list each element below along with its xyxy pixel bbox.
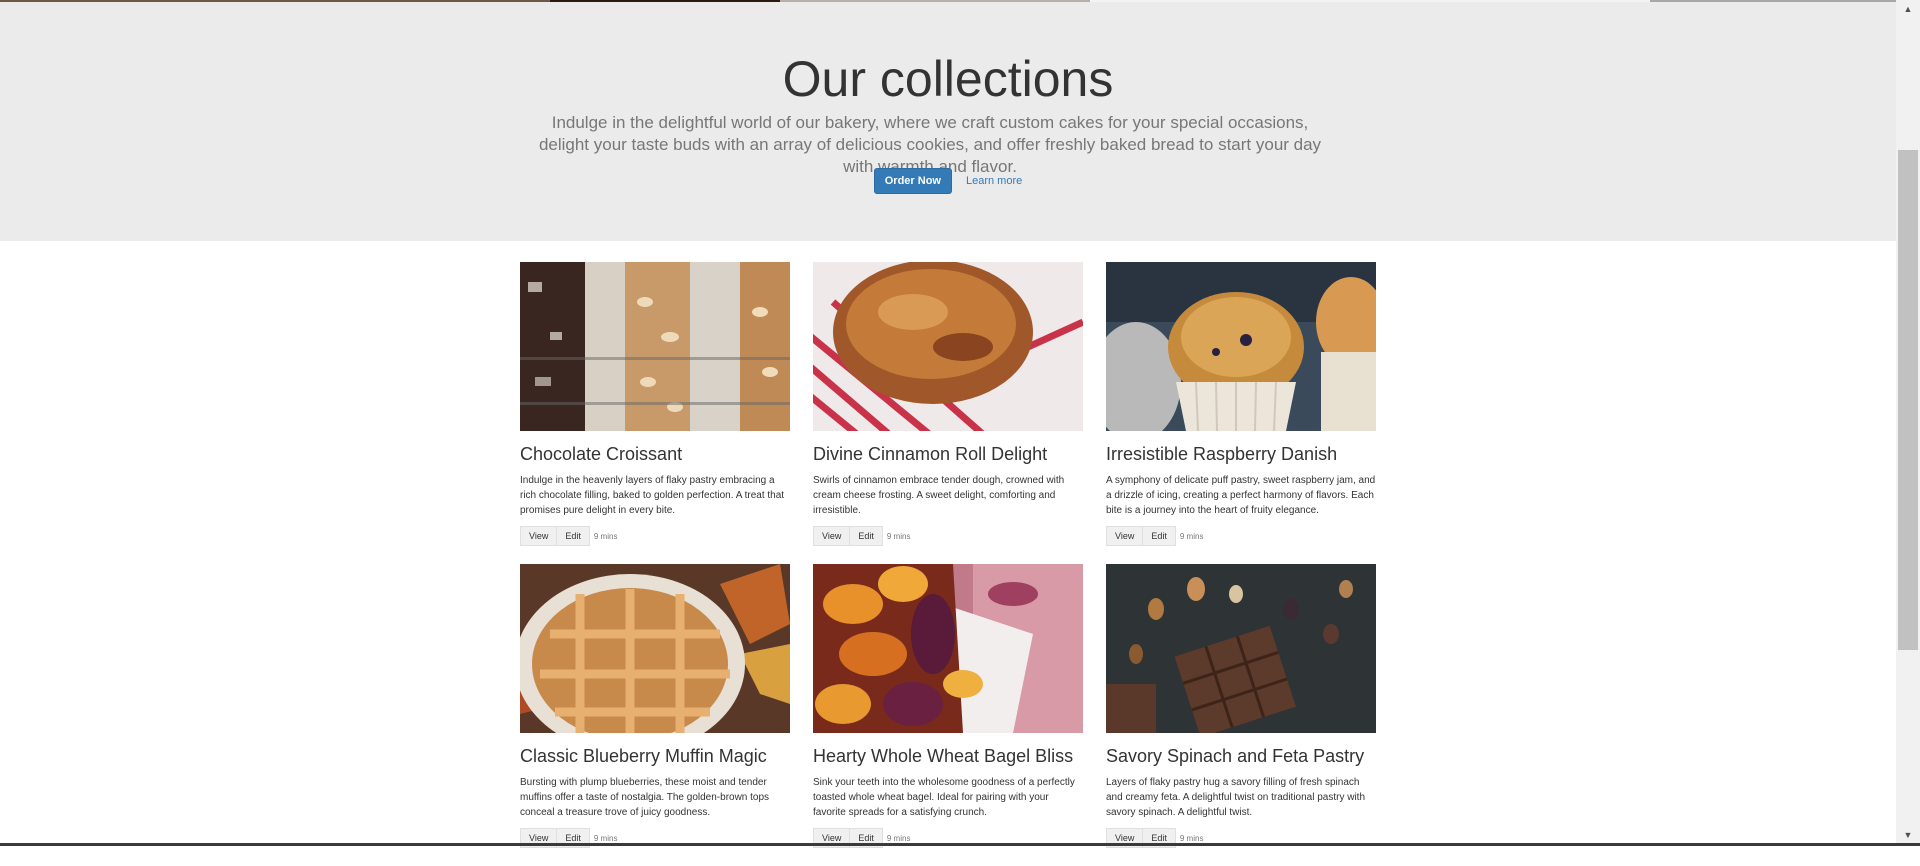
order-now-button[interactable]: Order Now (873, 168, 952, 194)
card-text: Bursting with plump blueberries, these m… (520, 777, 770, 818)
card-title: Classic Blueberry Muffin Magic (520, 746, 767, 766)
edit-button[interactable]: Edit (1143, 526, 1176, 546)
card-image-cinnamon-roll[interactable] (813, 262, 1083, 431)
collection-card: Classic Blueberry Muffin Magic Bursting … (520, 564, 790, 866)
collection-card: Hearty Whole Wheat Bagel Bliss Sink your… (813, 564, 1083, 866)
card-text: Swirls of cinnamon embrace tender dough,… (813, 475, 1065, 516)
scroll-down-icon[interactable]: ▼ (1896, 830, 1920, 840)
edit-button[interactable]: Edit (850, 526, 883, 546)
time-label: 9 mins (593, 531, 618, 541)
card-controls: View Edit 9 mins (520, 526, 790, 546)
card-image-wheat-bagel[interactable] (813, 564, 1083, 733)
time-label: 9 mins (593, 833, 618, 843)
hero-actions: Order Now Learn more (0, 168, 1896, 194)
card-title: Savory Spinach and Feta Pastry (1106, 746, 1365, 766)
card-image-spinach-feta[interactable] (1106, 564, 1376, 733)
page-title: Our collections (782, 51, 1114, 107)
time-label: 9 mins (1179, 833, 1204, 843)
view-button[interactable]: View (1106, 526, 1144, 546)
collection-card: Divine Cinnamon Roll Delight Swirls of c… (813, 262, 1083, 564)
card-controls: View Edit 9 mins (1106, 526, 1376, 546)
time-label: 9 mins (886, 531, 911, 541)
time-label: 9 mins (1179, 531, 1204, 541)
time-label: 9 mins (886, 833, 911, 843)
card-image-chocolate-croissant[interactable] (520, 262, 790, 431)
card-text: Sink your teeth into the wholesome goodn… (813, 777, 1075, 818)
card-title: Chocolate Croissant (520, 444, 683, 464)
collection-card: Chocolate Croissant Indulge in the heave… (520, 262, 790, 564)
view-button[interactable]: View (520, 526, 558, 546)
vertical-scrollbar[interactable]: ▲ ▼ (1896, 0, 1920, 846)
hero-section: Our collections Indulge in the delightfu… (0, 2, 1896, 241)
card-text: Indulge in the heavenly layers of flaky … (520, 475, 785, 516)
collection-grid: Chocolate Croissant Indulge in the heave… (520, 262, 1380, 866)
view-button[interactable]: View (813, 526, 851, 546)
card-title: Hearty Whole Wheat Bagel Bliss (813, 746, 1074, 766)
learn-more-link[interactable]: Learn more (966, 175, 1022, 187)
card-text: A symphony of delicate puff pastry, swee… (1106, 475, 1376, 516)
card-controls: View Edit 9 mins (813, 526, 1083, 546)
card-image-raspberry-danish[interactable] (1106, 262, 1376, 431)
card-title: Irresistible Raspberry Danish (1106, 444, 1338, 464)
card-title: Divine Cinnamon Roll Delight (813, 444, 1048, 464)
scroll-up-icon[interactable]: ▲ (1896, 4, 1920, 14)
scrollbar-thumb[interactable] (1898, 150, 1918, 650)
card-image-blueberry-muffin[interactable] (520, 564, 790, 733)
collection-card: Savory Spinach and Feta Pastry Layers of… (1106, 564, 1376, 866)
collection-card: Irresistible Raspberry Danish A symphony… (1106, 262, 1376, 564)
card-text: Layers of flaky pastry hug a savory fill… (1106, 777, 1366, 818)
edit-button[interactable]: Edit (557, 526, 590, 546)
